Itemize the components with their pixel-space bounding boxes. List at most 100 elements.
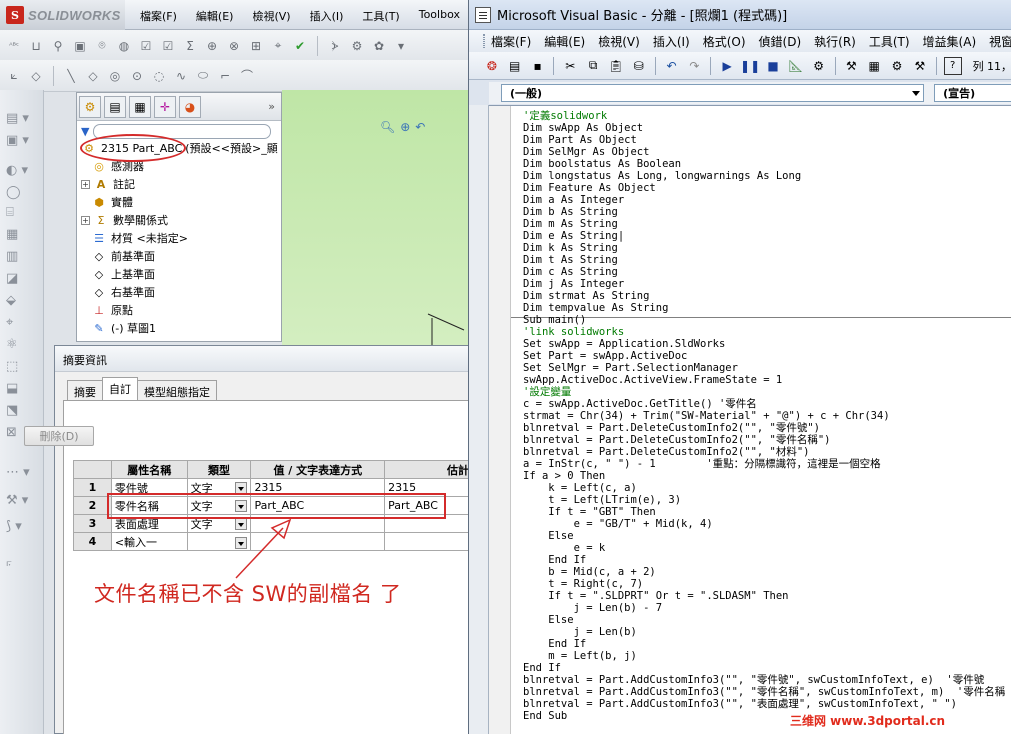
undo-icon[interactable]: ↶ <box>663 57 681 75</box>
paste-icon[interactable]: 📋︎ <box>607 57 625 75</box>
design-mode-icon[interactable]: 📐︎ <box>787 57 805 75</box>
code-line: Dim t As String <box>523 254 618 266</box>
code-line: swApp.ActiveDoc.ActiveView.FrameState = … <box>523 374 783 386</box>
code-line: If t = ".SLDPRT" Or t = ".SLDASM" Then <box>523 590 789 602</box>
code-gutter <box>489 106 511 734</box>
code-line: Else <box>523 530 574 542</box>
code-line: 'link solidworks <box>523 326 625 338</box>
code-line: e = k <box>523 542 606 554</box>
code-line: Set swApp = Application.SldWorks <box>523 338 726 350</box>
code-line: blnretval = Part.DeleteCustomInfo2("", "… <box>523 446 810 458</box>
tab-custom[interactable]: 自訂 <box>102 377 138 400</box>
vba-menu-addins[interactable]: 增益集(A) <box>923 33 977 50</box>
tools-icon[interactable]: ⚒ <box>911 57 929 75</box>
code-line: Dim longstatus As Long, longwarnings As … <box>523 170 802 182</box>
chevron-down-icon[interactable] <box>912 91 921 96</box>
vba-combo-bar: (一般) (宣告) <box>489 82 1011 104</box>
vba-menu-debug[interactable]: 偵錯(D) <box>759 33 802 50</box>
code-line: e = "GB/T" + Mid(k, 4) <box>523 518 713 530</box>
code-line: End If <box>523 554 587 566</box>
toolbar-separator <box>654 56 656 75</box>
code-line: If t = "GBT" Then <box>523 506 656 518</box>
code-line: '設定變量 <box>523 386 572 398</box>
code-line: Dim c As String <box>523 266 618 278</box>
code-line: c = swApp.ActiveDoc.GetTitle() '零件名 <box>523 398 757 410</box>
code-line: j = Len(b) <box>523 626 637 638</box>
insert-module-icon[interactable]: ▤ <box>506 57 524 75</box>
vba-menu-view[interactable]: 檢視(V) <box>598 33 640 50</box>
code-line: End If <box>523 638 587 650</box>
code-line: blnretval = Part.DeleteCustomInfo2("", "… <box>523 422 821 434</box>
code-line: t = Right(c, 7) <box>523 578 644 590</box>
reset-icon[interactable]: ■ <box>764 57 782 75</box>
copy-icon[interactable]: ⧉ <box>584 57 602 75</box>
properties-icon[interactable]: ⚒ <box>843 57 861 75</box>
vba-titlebar: Microsoft Visual Basic - 分離 - [照爛1 (程式碼)… <box>469 0 1011 30</box>
code-line: Dim e As String| <box>523 230 625 242</box>
vba-menu-window[interactable]: 視窗(W) <box>989 33 1011 50</box>
code-line: Else <box>523 614 574 626</box>
code-line: Dim tempvalue As String <box>523 302 669 314</box>
vba-window: Microsoft Visual Basic - 分離 - [照爛1 (程式碼)… <box>468 0 1011 734</box>
toolbar-separator <box>553 56 555 75</box>
code-line: Dim SelMgr As Object <box>523 146 650 158</box>
run-icon[interactable]: ▶ <box>718 57 736 75</box>
vba-left-strip <box>469 105 489 734</box>
code-line: Set SelMgr = Part.SelectionManager <box>523 362 738 374</box>
code-line: blnretval = Part.AddCustomInfo3("", "表面處… <box>523 698 957 710</box>
break-icon[interactable]: ❚❚ <box>740 57 760 75</box>
vba-menubar: 檔案(F) 編輯(E) 檢視(V) 插入(I) 格式(O) 偵錯(D) 執行(R… <box>469 30 1011 52</box>
code-line: Dim swApp As Object <box>523 122 644 134</box>
code-line: k = Left(c, a) <box>523 482 637 494</box>
code-line: j = Len(b) - 7 <box>523 602 663 614</box>
cut-icon[interactable]: ✂ <box>561 57 579 75</box>
code-line: blnretval = Part.DeleteCustomInfo2("", "… <box>523 434 831 446</box>
vba-toolbar: ❂ ▤ ▪ ✂ ⧉ 📋︎ ⛁ ↶ ↷ ▶ ❚❚ ■ 📐︎ ⚙ ⚒ ▦ ⚙ ⚒ ?… <box>469 52 1011 80</box>
grip-icon <box>483 34 485 48</box>
vba-menu-format[interactable]: 格式(O) <box>703 33 746 50</box>
redo-icon[interactable]: ↷ <box>685 57 703 75</box>
code-line: m = Left(b, j) <box>523 650 637 662</box>
code-line: Dim k As String <box>523 242 618 254</box>
project-explorer-icon[interactable]: ⚙ <box>810 57 828 75</box>
code-line: Set Part = swApp.ActiveDoc <box>523 350 688 362</box>
code-line: Dim m As String <box>523 218 618 230</box>
code-text[interactable]: '定義solidwork Dim swApp As Object Dim Part … <box>523 110 1011 722</box>
code-line: Sub main() <box>523 314 587 326</box>
object-browser-icon[interactable]: ▦ <box>865 57 883 75</box>
toolbar-separator <box>935 56 937 75</box>
code-line: Dim Part As Object <box>523 134 637 146</box>
vba-menu-insert[interactable]: 插入(I) <box>653 33 690 50</box>
solidworks-icon[interactable]: ❂ <box>483 57 501 75</box>
code-line: Dim j As Integer <box>523 278 625 290</box>
code-line: blnretval = Part.AddCustomInfo3("", "零件名… <box>523 686 1006 698</box>
code-line: Dim a As Integer <box>523 194 625 206</box>
help-icon[interactable]: ? <box>943 56 962 75</box>
toolbar-separator <box>834 56 836 75</box>
toolbox-icon[interactable]: ⚙ <box>888 57 906 75</box>
vba-menu-tools[interactable]: 工具(T) <box>869 33 910 50</box>
vba-title: Microsoft Visual Basic - 分離 - [照爛1 (程式碼)… <box>497 9 788 24</box>
code-line: a = InStr(c, " ") - 1 '重點：分隔標識符，這裡是一個空格 <box>523 458 881 470</box>
code-line: End If <box>523 662 561 674</box>
object-combo[interactable]: (一般) <box>501 84 925 102</box>
find-icon[interactable]: ⛁ <box>630 57 648 75</box>
procedure-combo[interactable]: (宣告) <box>934 84 1011 102</box>
procedure-combo-value: (宣告) <box>943 87 976 100</box>
vba-menu-edit[interactable]: 編輯(E) <box>544 33 585 50</box>
save-icon[interactable]: ▪ <box>529 57 547 75</box>
code-window-icon <box>475 6 491 23</box>
annotation-text: 文件名稱已不含 SW的副檔名 了 <box>94 582 402 606</box>
code-line: strmat = Chr(34) + Trim("SW-Material" + … <box>523 410 890 422</box>
code-line: If a > 0 Then <box>523 470 606 482</box>
code-editor[interactable]: '定義solidwork Dim swApp As Object Dim Part … <box>489 105 1011 734</box>
vba-menu-run[interactable]: 執行(R) <box>814 33 856 50</box>
object-combo-value: (一般) <box>510 87 543 100</box>
code-line: Dim boolstatus As Boolean <box>523 158 682 170</box>
site-watermark: 三维网 www.3dportal.cn <box>790 714 946 728</box>
toolbar-separator <box>710 56 712 75</box>
code-line: Dim b As String <box>523 206 618 218</box>
code-line: Dim strmat As String <box>523 290 650 302</box>
vba-menu-file[interactable]: 檔案(F) <box>491 33 531 50</box>
code-line: Dim Feature As Object <box>523 182 656 194</box>
